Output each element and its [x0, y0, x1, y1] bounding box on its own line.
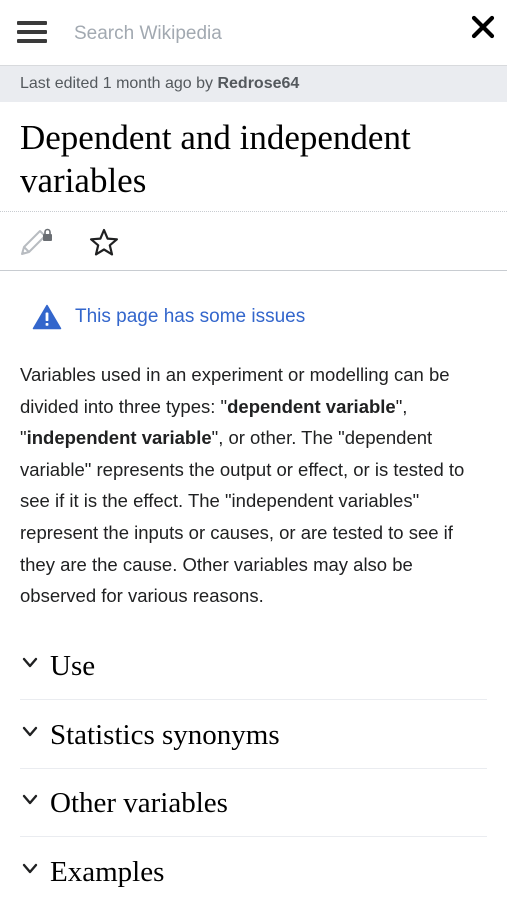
section-heading: Other variables: [50, 787, 228, 819]
chevron-down-icon: [22, 726, 38, 737]
section-heading: Statistics synonyms: [50, 719, 280, 751]
page-issues-label[interactable]: This page has some issues: [75, 306, 305, 328]
chevron-down-icon: [22, 657, 38, 668]
section-heading: Examples: [50, 856, 165, 888]
last-edited-banner[interactable]: Last edited 1 month ago by Redrose64: [0, 66, 507, 102]
search-input[interactable]: [74, 18, 434, 50]
page-title: Dependent and independent variables: [20, 118, 411, 200]
section-other-variables[interactable]: Other variables: [20, 769, 487, 837]
chevron-down-icon: [22, 794, 38, 805]
menu-icon[interactable]: [17, 19, 47, 45]
close-icon[interactable]: [468, 12, 498, 42]
intro-paragraph: Variables used in an experiment or model…: [20, 359, 490, 612]
section-use[interactable]: Use: [20, 632, 487, 700]
chevron-down-icon: [22, 863, 38, 874]
edit-locked-icon[interactable]: [18, 226, 54, 258]
warning-icon: [32, 304, 62, 330]
section-examples[interactable]: Examples: [20, 838, 487, 900]
page-issues-notice[interactable]: This page has some issues: [32, 302, 305, 332]
actions-divider: [0, 270, 507, 271]
section-heading: Use: [50, 650, 96, 682]
intro-bold-term: dependent variable: [227, 395, 396, 417]
star-icon[interactable]: [88, 227, 120, 259]
intro-text: ", or other. The "dependent variable" re…: [20, 427, 465, 607]
section-statistics-synonyms[interactable]: Statistics synonyms: [20, 701, 487, 769]
title-divider: [0, 211, 507, 212]
last-edited-user[interactable]: Redrose64: [217, 75, 299, 92]
intro-bold-term: independent variable: [26, 427, 212, 449]
header-bar: [0, 0, 507, 66]
last-edited-text: Last edited 1 month ago by: [20, 75, 218, 92]
